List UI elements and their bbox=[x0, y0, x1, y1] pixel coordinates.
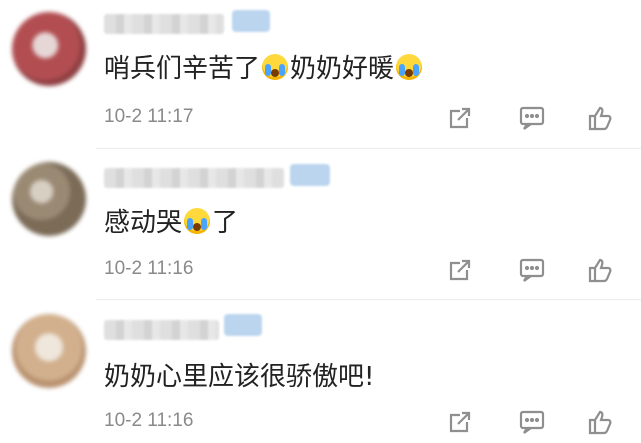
like-button[interactable] bbox=[580, 98, 620, 138]
share-icon bbox=[449, 411, 471, 433]
reply-button[interactable] bbox=[512, 98, 552, 138]
thumbs-up-icon bbox=[588, 410, 612, 435]
like-button[interactable] bbox=[580, 250, 620, 290]
comment-actions bbox=[440, 250, 630, 290]
user-badge bbox=[290, 164, 330, 186]
username-blurred[interactable] bbox=[104, 168, 284, 188]
comment-reply-icon bbox=[519, 258, 545, 282]
like-button[interactable] bbox=[580, 402, 620, 442]
thumbs-up-icon bbox=[588, 106, 612, 131]
divider bbox=[96, 148, 641, 149]
share-button[interactable] bbox=[440, 250, 480, 290]
share-button[interactable] bbox=[440, 98, 480, 138]
comment-text: 感动哭了 bbox=[104, 208, 239, 238]
share-icon bbox=[449, 259, 471, 281]
avatar[interactable] bbox=[12, 314, 86, 388]
comment-reply-icon bbox=[519, 410, 545, 434]
comment-reply-icon bbox=[519, 106, 545, 130]
crying-emoji-icon bbox=[184, 208, 211, 234]
comment-actions bbox=[440, 98, 630, 138]
thumbs-up-icon bbox=[588, 258, 612, 283]
comment-item: 奶奶心里应该很骄傲吧! 10-2 11:16 bbox=[0, 300, 641, 443]
comment-time: 10-2 11:17 bbox=[104, 106, 194, 127]
share-button[interactable] bbox=[440, 402, 480, 442]
comment-item: 感动哭了 10-2 11:16 bbox=[0, 150, 641, 298]
comment-text: 哨兵们辛苦了 奶奶好暖 bbox=[104, 52, 424, 86]
username-blurred[interactable] bbox=[104, 320, 219, 340]
comment-item: 哨兵们辛苦了 奶奶好暖 10-2 11:17 bbox=[0, 0, 641, 148]
user-badge bbox=[232, 10, 270, 32]
avatar[interactable] bbox=[12, 12, 86, 86]
user-badge bbox=[224, 314, 262, 336]
username-blurred[interactable] bbox=[104, 14, 224, 34]
reply-button[interactable] bbox=[512, 402, 552, 442]
comment-actions bbox=[440, 402, 630, 442]
reply-button[interactable] bbox=[512, 250, 552, 290]
comment-time: 10-2 11:16 bbox=[104, 410, 194, 431]
comment-text: 奶奶心里应该很骄傲吧! bbox=[104, 362, 375, 392]
avatar[interactable] bbox=[12, 162, 86, 236]
crying-emoji-icon bbox=[262, 54, 289, 80]
comment-time: 10-2 11:16 bbox=[104, 258, 194, 279]
share-icon bbox=[449, 107, 471, 129]
crying-emoji-icon bbox=[396, 54, 423, 80]
